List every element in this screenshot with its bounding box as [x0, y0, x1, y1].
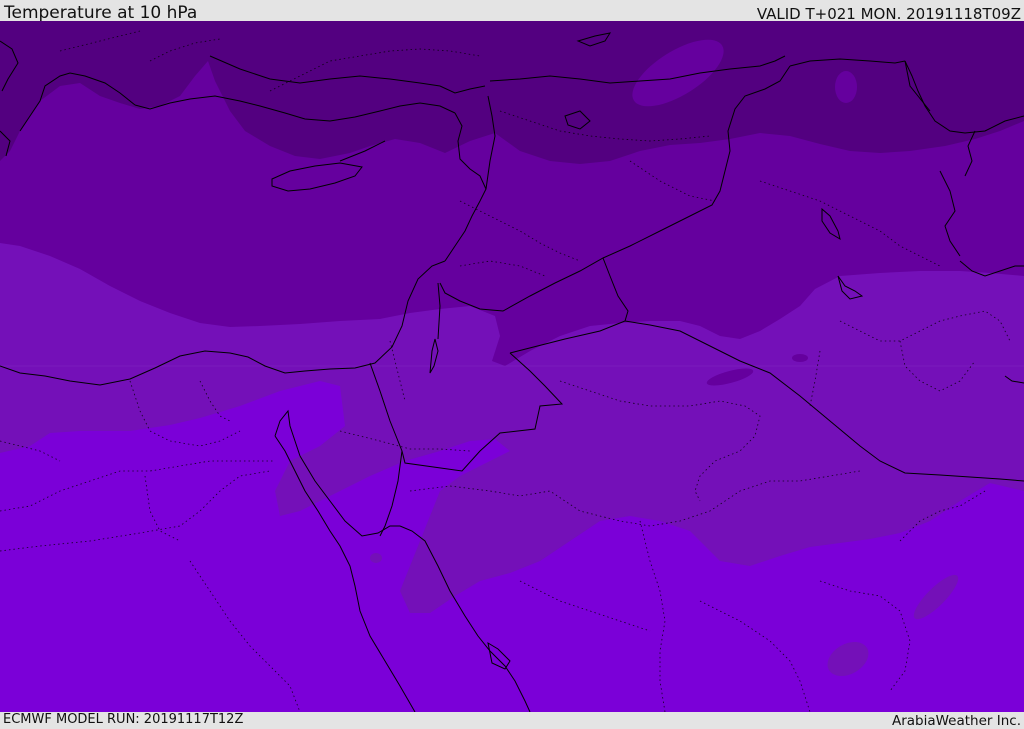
footer-bar: ECMWF MODEL RUN: 20191117T12Z ArabiaWeat… — [0, 712, 1024, 729]
credit-label: ArabiaWeather Inc. — [891, 713, 1021, 729]
cold-blob-iran — [792, 354, 808, 362]
map-canvas — [0, 21, 1024, 712]
warm-blob-caspian — [835, 71, 857, 103]
temperature-map[interactable] — [0, 21, 1024, 712]
model-run-label: ECMWF MODEL RUN: 20191117T12Z — [3, 712, 244, 727]
mid-blob-redsea — [370, 553, 382, 563]
map-title: Temperature at 10 hPa — [4, 3, 198, 23]
header-bar: Temperature at 10 hPa VALID T+021 MON. 2… — [0, 0, 1024, 23]
